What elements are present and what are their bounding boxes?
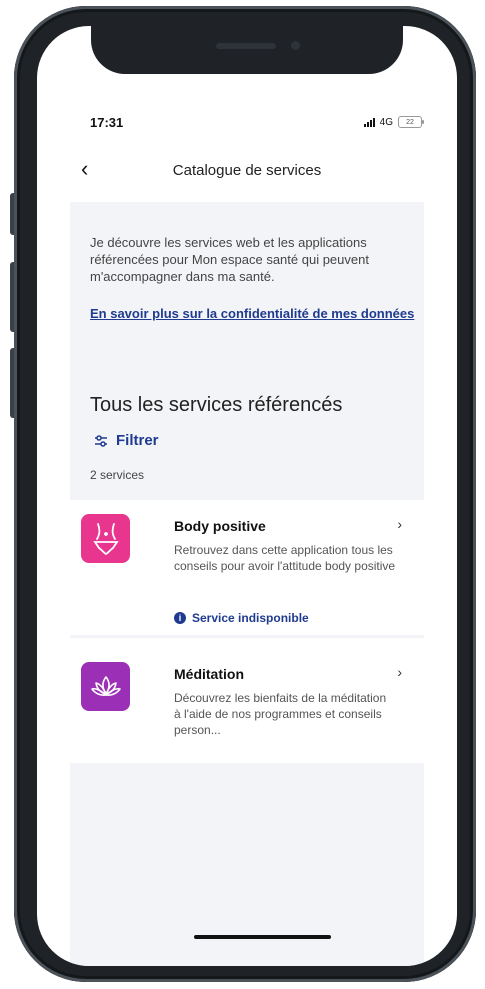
services-count: 2 services: [90, 468, 145, 482]
service-description: Retrouvez dans cette application tous le…: [174, 543, 396, 573]
service-title: Body positive: [174, 518, 266, 534]
chevron-right-icon: ›: [397, 664, 402, 680]
service-card-meditation[interactable]: Méditation Découvrez les bienfaits de la…: [70, 638, 424, 763]
filter-icon: [95, 434, 107, 447]
main-content: Je découvre les services web et les appl…: [70, 202, 424, 966]
service-unavailable-notice: i Service indisponible: [174, 611, 309, 625]
phone-screen: 17:31 4G 22 ‹ Catalogue de services Je d…: [37, 26, 457, 966]
lotus-icon: [81, 662, 130, 711]
battery-icon: 22: [398, 116, 424, 128]
notice-label: Service indisponible: [192, 611, 309, 625]
service-card-body-positive[interactable]: Body positive Retrouvez dans cette appli…: [70, 500, 424, 635]
page-title: Catalogue de services: [172, 162, 322, 179]
service-description: Découvrez les bienfaits de la méditation…: [174, 691, 387, 737]
status-indicators: 4G 22: [363, 116, 424, 128]
chevron-right-icon: ›: [397, 516, 402, 532]
signal-icon: [363, 117, 375, 127]
service-title: Méditation: [174, 666, 244, 682]
info-icon: i: [174, 612, 186, 624]
network-label: 4G: [379, 116, 393, 128]
status-time: 17:31: [90, 115, 124, 130]
notch: [91, 26, 403, 74]
privacy-link[interactable]: En savoir plus sur la confidentialité de…: [90, 305, 420, 322]
filter-button[interactable]: Filtrer: [94, 432, 159, 449]
home-indicator[interactable]: [194, 935, 331, 939]
front-camera: [291, 41, 300, 50]
speaker-grille: [216, 43, 276, 49]
battery-level: 22: [406, 118, 414, 126]
filter-label: Filtrer: [116, 432, 159, 449]
section-title: Tous les services référencés: [90, 394, 343, 416]
intro-text: Je découvre les services web et les appl…: [90, 235, 369, 284]
body-icon: [81, 514, 130, 563]
navigation-bar: ‹ Catalogue de services: [37, 154, 457, 194]
